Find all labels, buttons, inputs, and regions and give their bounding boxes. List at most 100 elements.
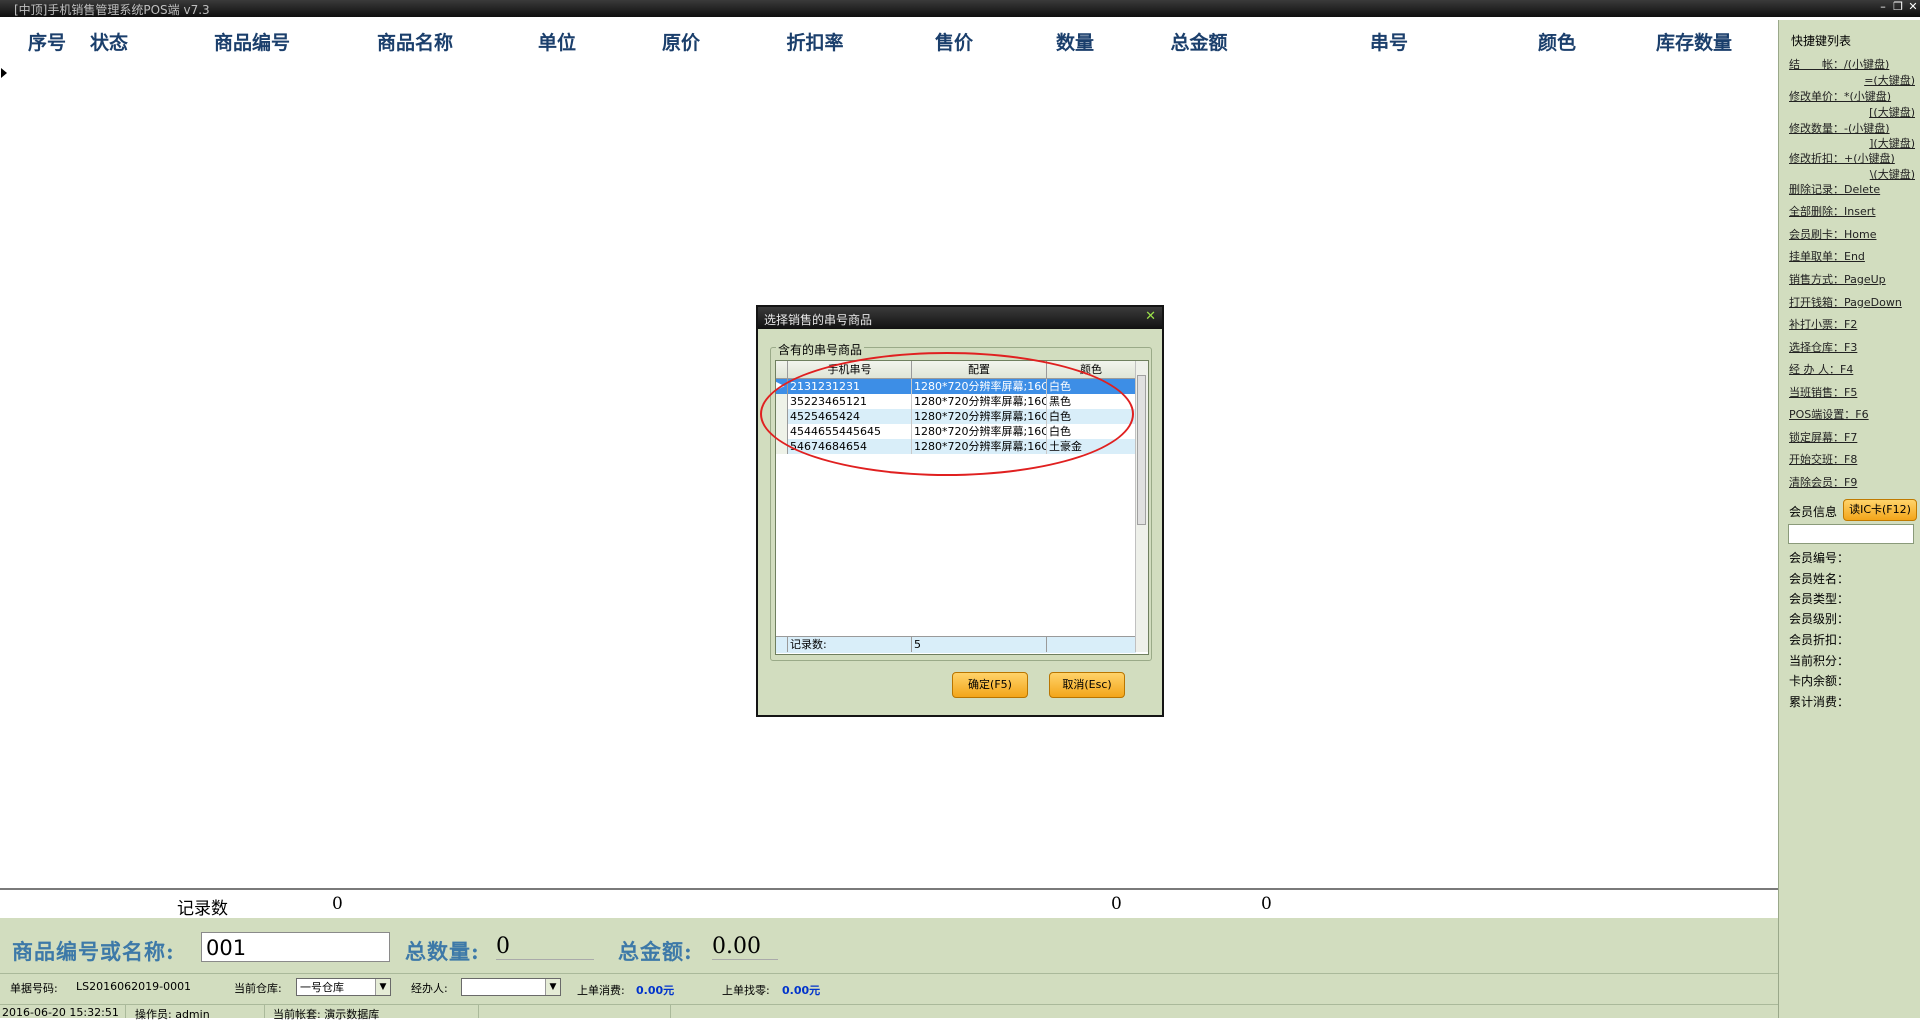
row-serial: 54674684654 bbox=[788, 439, 912, 454]
grid-col-serial[interactable]: 手机串号 bbox=[788, 361, 912, 379]
shortcut-delete-all[interactable]: 全部删除：Insert bbox=[1789, 203, 1876, 219]
row-config: 1280*720分辨率屏幕;16G bbox=[914, 379, 1047, 394]
shortcut-panel: 快捷键列表 结 帐：/(小键盘) =(大键盘) 修改单价：*(小键盘) [(大键… bbox=[1778, 20, 1920, 1018]
chevron-down-icon[interactable]: ▼ bbox=[545, 979, 560, 995]
doc-no-value: LS2016062019-0001 bbox=[76, 980, 192, 993]
window-title: [中顶]手机销售管理系统POS端 v7.3 bbox=[14, 3, 210, 17]
grid-row[interactable]: 4525465424 1280*720分辨率屏幕;16G 白色 bbox=[776, 409, 1136, 424]
dialog-close-icon[interactable]: ✕ bbox=[1145, 309, 1156, 324]
summary-amount: 0 bbox=[1261, 894, 1272, 914]
member-name-label: 会员姓名： bbox=[1789, 572, 1850, 586]
shortcut-cash-drawer[interactable]: 打开钱箱：PageDown bbox=[1789, 294, 1902, 310]
handler-label: 经办人: bbox=[411, 982, 448, 995]
shortcut-member-card[interactable]: 会员刷卡：Home bbox=[1789, 226, 1876, 242]
row-color: 白色 bbox=[1047, 424, 1136, 439]
col-discount[interactable]: 折扣率 bbox=[786, 28, 843, 55]
col-orig-price[interactable]: 原价 bbox=[662, 28, 700, 55]
row-serial: 35223465121 bbox=[788, 394, 912, 409]
total-amount-label: 总金额: bbox=[618, 939, 693, 964]
col-qty[interactable]: 数量 bbox=[1056, 28, 1094, 55]
warehouse-select[interactable]: 一号仓库 ▼ bbox=[296, 978, 391, 996]
restore-icon[interactable]: ❐ bbox=[1891, 0, 1905, 13]
shortcut-sale-mode[interactable]: 销售方式：PageUp bbox=[1789, 271, 1886, 287]
total-amount-value: 0.00 bbox=[712, 934, 778, 960]
member-info-label: 会员信息 bbox=[1789, 505, 1838, 519]
shortcut-checkout-alt[interactable]: =(大键盘) bbox=[1864, 72, 1915, 88]
shortcut-edit-price[interactable]: 修改单价：*(小键盘) bbox=[1789, 88, 1891, 104]
cancel-button[interactable]: 取消(Esc) bbox=[1049, 672, 1125, 698]
shortcut-clear-member[interactable]: 清除会员：F9 bbox=[1789, 474, 1857, 490]
dialog-title-bar[interactable]: 选择销售的串号商品 ✕ bbox=[758, 307, 1162, 329]
col-name[interactable]: 商品名称 bbox=[377, 28, 453, 55]
shortcut-edit-qty-alt[interactable]: ](大键盘) bbox=[1869, 135, 1915, 151]
close-icon[interactable]: ✕ bbox=[1906, 0, 1920, 13]
warehouse-value: 一号仓库 bbox=[300, 981, 344, 994]
status-divider bbox=[478, 1004, 479, 1018]
grid-row[interactable]: 35223465121 1280*720分辨率屏幕;16G 黑色 bbox=[776, 394, 1136, 409]
chevron-down-icon[interactable]: ▼ bbox=[375, 979, 390, 995]
col-amount[interactable]: 总金额 bbox=[1170, 28, 1227, 55]
summary-row: 记录数 0 0 0 bbox=[8, 890, 1778, 919]
row-pointer-icon: ▶ bbox=[776, 379, 788, 394]
doc-no-label: 单据号码: bbox=[10, 982, 58, 995]
col-color[interactable]: 颜色 bbox=[1538, 28, 1576, 55]
shortcut-checkout[interactable]: 结 帐：/(小键盘) bbox=[1789, 56, 1889, 72]
product-code-input[interactable]: 001 bbox=[201, 932, 390, 962]
sales-grid-header: 序号 状态 商品编号 商品名称 单位 原价 折扣率 售价 数量 总金额 串号 颜… bbox=[0, 22, 1778, 58]
summary-count: 0 bbox=[332, 894, 343, 914]
grid-indicator-header bbox=[776, 361, 788, 379]
footer-label: 记录数: bbox=[788, 637, 912, 652]
grid-row[interactable]: ▶ 2131231231 1280*720分辨率屏幕;16G 白色 bbox=[776, 379, 1136, 394]
scrollbar-thumb[interactable] bbox=[1137, 375, 1146, 525]
shortcut-edit-discount-alt[interactable]: \(大键盘) bbox=[1870, 166, 1915, 182]
shortcut-shift-sales[interactable]: 当班销售：F5 bbox=[1789, 384, 1857, 400]
shortcut-warehouse[interactable]: 选择仓库：F3 bbox=[1789, 339, 1857, 355]
row-color: 土豪金 bbox=[1047, 439, 1136, 454]
shortcut-hold-order[interactable]: 挂单取单：End bbox=[1789, 248, 1865, 264]
row-pointer-icon bbox=[1, 68, 7, 78]
row-config: 1280*720分辨率屏幕;16G bbox=[914, 439, 1047, 454]
member-discount-label: 会员折扣： bbox=[1789, 633, 1850, 647]
shortcut-lock-screen[interactable]: 锁定屏幕：F7 bbox=[1789, 429, 1857, 445]
col-serial[interactable]: 串号 bbox=[1370, 28, 1408, 55]
row-indicator bbox=[776, 409, 788, 424]
grid-row[interactable]: 4544655445645 1280*720分辨率屏幕;16G 白色 bbox=[776, 424, 1136, 439]
grid-scrollbar[interactable] bbox=[1135, 361, 1148, 652]
shortcut-edit-qty[interactable]: 修改数量：-(小键盘) bbox=[1789, 120, 1890, 136]
shortcut-reprint[interactable]: 补打小票：F2 bbox=[1789, 316, 1857, 332]
minimize-icon[interactable]: – bbox=[1876, 0, 1890, 13]
status-bar: 2016-06-20 15:32:51 操作员: admin 当前帐套: 演示数… bbox=[0, 1004, 1778, 1021]
read-ic-card-button[interactable]: 读IC卡(F12) bbox=[1843, 499, 1917, 521]
col-status[interactable]: 状态 bbox=[90, 28, 128, 55]
col-price[interactable]: 售价 bbox=[935, 28, 973, 55]
grid-col-config[interactable]: 配置 bbox=[912, 361, 1047, 379]
grid-footer: 记录数: 5 bbox=[776, 636, 1136, 653]
code-label: 商品编号或名称: bbox=[12, 939, 175, 964]
shortcut-edit-price-alt[interactable]: [(大键盘) bbox=[1869, 104, 1915, 120]
row-serial: 4544655445645 bbox=[788, 424, 912, 439]
confirm-button[interactable]: 确定(F5) bbox=[952, 672, 1028, 698]
dialog-title: 选择销售的串号商品 bbox=[764, 313, 873, 327]
serial-grid[interactable]: 手机串号 配置 颜色 ▶ 2131231231 1280*720分辨率屏幕;16… bbox=[775, 360, 1149, 655]
member-card-input[interactable] bbox=[1788, 524, 1914, 544]
shortcut-pos-settings[interactable]: POS端设置：F6 bbox=[1789, 406, 1869, 422]
shortcut-handler[interactable]: 经 办 人：F4 bbox=[1789, 361, 1853, 377]
col-unit[interactable]: 单位 bbox=[538, 28, 576, 55]
row-config: 1280*720分辨率屏幕;16G bbox=[914, 394, 1047, 409]
row-indicator bbox=[776, 394, 788, 409]
col-code[interactable]: 商品编号 bbox=[214, 28, 290, 55]
status-divider bbox=[264, 1004, 265, 1018]
shortcut-delete[interactable]: 删除记录：Delete bbox=[1789, 181, 1880, 197]
col-seq[interactable]: 序号 bbox=[28, 28, 66, 55]
serial-select-dialog: 选择销售的串号商品 ✕ 含有的串号商品 手机串号 配置 颜色 ▶ 2131231… bbox=[756, 305, 1164, 717]
col-stock[interactable]: 库存数量 bbox=[1656, 28, 1732, 55]
member-level-label: 会员级别： bbox=[1789, 612, 1850, 626]
handler-select[interactable]: ▼ bbox=[461, 978, 561, 996]
summary-qty: 0 bbox=[1111, 894, 1122, 914]
shortcut-edit-discount[interactable]: 修改折扣：+(小键盘) bbox=[1789, 150, 1895, 166]
shortcut-panel-title: 快捷键列表 bbox=[1791, 34, 1852, 48]
grid-col-color[interactable]: 颜色 bbox=[1047, 361, 1136, 379]
row-color: 白色 bbox=[1047, 379, 1136, 394]
shortcut-handover[interactable]: 开始交班：F8 bbox=[1789, 451, 1857, 467]
grid-row[interactable]: 54674684654 1280*720分辨率屏幕;16G 土豪金 bbox=[776, 439, 1136, 454]
